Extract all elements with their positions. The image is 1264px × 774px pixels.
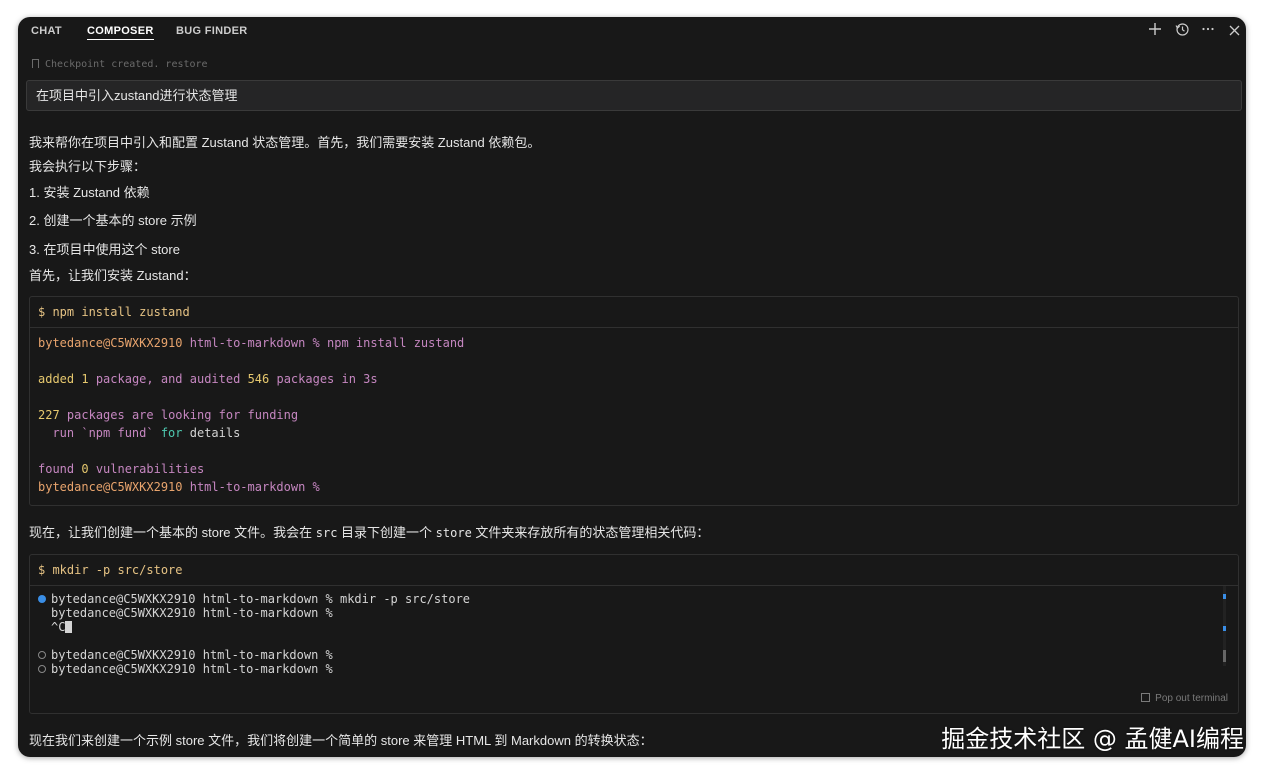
pop-out-terminal-button[interactable]: Pop out terminal xyxy=(1141,693,1228,704)
funding-text: packages are looking for funding xyxy=(66,408,299,422)
external-link-icon xyxy=(1141,693,1151,702)
terminal-line: run `npm fund` for details xyxy=(38,424,1238,442)
terminal-line: bytedance@C5WXKX2910 html-to-markdown % … xyxy=(38,592,1238,606)
run-text: run `npm fund` xyxy=(38,426,154,440)
step-item: 1. 安装 Zustand 依赖 xyxy=(29,185,150,200)
checkpoint-text: Checkpoint created. xyxy=(45,59,160,70)
middle-text-c: 文件夹来存放所有的状态管理相关代码： xyxy=(471,525,710,540)
bottom-paragraph: 现在我们来创建一个示例 store 文件，我们将创建一个简单的 store 来管… xyxy=(29,733,653,748)
more-icon[interactable] xyxy=(1198,22,1218,42)
terminal-line: added 1 package, and audited 546 package… xyxy=(38,370,1238,388)
prompt-dir: html-to-markdown % xyxy=(189,336,320,350)
added-text-3: packages in 3s xyxy=(276,372,378,386)
terminal-command: $ mkdir -p src/store xyxy=(30,555,1238,586)
terminal-line-text: ^C xyxy=(51,620,66,634)
terminal-line: 227 packages are looking for funding xyxy=(38,406,1238,424)
terminal-line-text: bytedance@C5WXKX2910 html-to-markdown % … xyxy=(51,592,471,606)
close-icon[interactable] xyxy=(1224,22,1244,42)
terminal-line: bytedance@C5WXKX2910 html-to-markdown % xyxy=(38,478,1238,496)
terminal-line: bytedance@C5WXKX2910 html-to-markdown % … xyxy=(38,334,1238,352)
middle-text-b: 目录下创建一个 xyxy=(337,525,436,540)
intro-line: 我会执行以下步骤： xyxy=(29,159,147,174)
terminal-block-mkdir: $ mkdir -p src/store bytedance@C5WXKX291… xyxy=(29,554,1239,714)
terminal-command: $ npm install zustand xyxy=(30,297,1238,328)
terminal-line: ^C xyxy=(38,620,1238,634)
prompt-user: bytedance@C5WXKX2910 xyxy=(38,480,183,494)
middle-text-a: 现在，让我们创建一个基本的 store 文件。我会在 xyxy=(29,525,316,540)
terminal-output: bytedance@C5WXKX2910 html-to-markdown % … xyxy=(30,586,1238,676)
package-count: 1 xyxy=(81,372,89,386)
terminal-cmd: npm install zustand xyxy=(327,336,465,350)
status-dot-icon xyxy=(38,665,46,673)
terminal-scrollbar[interactable] xyxy=(1223,586,1226,666)
tab-chat[interactable]: CHAT xyxy=(31,25,62,37)
restore-link[interactable]: restore xyxy=(165,59,207,70)
watermark: 掘金技术社区 @ 孟健AI编程 xyxy=(941,725,1244,753)
found-text: found xyxy=(38,462,75,476)
inline-code-store: store xyxy=(435,526,472,540)
details-text: details xyxy=(189,426,241,440)
terminal-line-text: bytedance@C5WXKX2910 html-to-markdown % xyxy=(51,662,333,676)
bookmark-icon xyxy=(32,59,39,68)
terminal-output: bytedance@C5WXKX2910 html-to-markdown % … xyxy=(30,328,1238,496)
intro-line: 首先，让我们安装 Zustand： xyxy=(29,268,197,283)
step-item: 3. 在项目中使用这个 store xyxy=(29,242,180,257)
terminal-line: bytedance@C5WXKX2910 html-to-markdown % xyxy=(51,606,333,620)
for-text: for xyxy=(160,426,183,440)
tab-bar: CHAT COMPOSER BUG FINDER xyxy=(18,17,1246,47)
prompt-user: bytedance@C5WXKX2910 xyxy=(38,336,183,350)
audited-count: 546 xyxy=(247,372,270,386)
pop-out-label: Pop out terminal xyxy=(1155,693,1228,704)
inline-code-src: src xyxy=(315,526,338,540)
cursor-icon xyxy=(65,621,73,633)
status-dot-icon xyxy=(38,595,46,603)
user-prompt[interactable]: 在项目中引入zustand进行状态管理 xyxy=(26,80,1242,111)
added-text: added xyxy=(38,372,75,386)
middle-paragraph: 现在，让我们创建一个基本的 store 文件。我会在 src 目录下创建一个 s… xyxy=(29,522,709,541)
tab-bug-finder[interactable]: BUG FINDER xyxy=(176,25,247,37)
composer-window: CHAT COMPOSER BUG FINDER Checkpoint crea… xyxy=(18,17,1246,757)
terminal-block-npm-install: $ npm install zustand bytedance@C5WXKX29… xyxy=(29,296,1239,506)
step-item: 2. 创建一个基本的 store 示例 xyxy=(29,213,197,228)
terminal-line: bytedance@C5WXKX2910 html-to-markdown % xyxy=(38,662,1238,676)
prompt-dir: html-to-markdown % xyxy=(189,480,320,494)
history-icon[interactable] xyxy=(1172,22,1192,42)
added-text-2: package, and audited xyxy=(95,372,241,386)
tab-composer[interactable]: COMPOSER xyxy=(87,25,154,40)
terminal-line-text: bytedance@C5WXKX2910 html-to-markdown % xyxy=(51,648,333,662)
funding-count: 227 xyxy=(38,408,60,422)
terminal-line: bytedance@C5WXKX2910 html-to-markdown % xyxy=(38,648,1238,662)
plus-icon[interactable] xyxy=(1145,22,1165,42)
terminal-line: found 0 vulnerabilities xyxy=(38,460,1238,478)
status-dot-icon xyxy=(38,651,46,659)
checkpoint-notice: Checkpoint created. restore xyxy=(32,59,208,70)
vuln-text: vulnerabilities xyxy=(95,462,205,476)
intro-line: 我来帮你在项目中引入和配置 Zustand 状态管理。首先，我们需要安装 Zus… xyxy=(29,135,541,150)
vuln-count: 0 xyxy=(81,462,89,476)
